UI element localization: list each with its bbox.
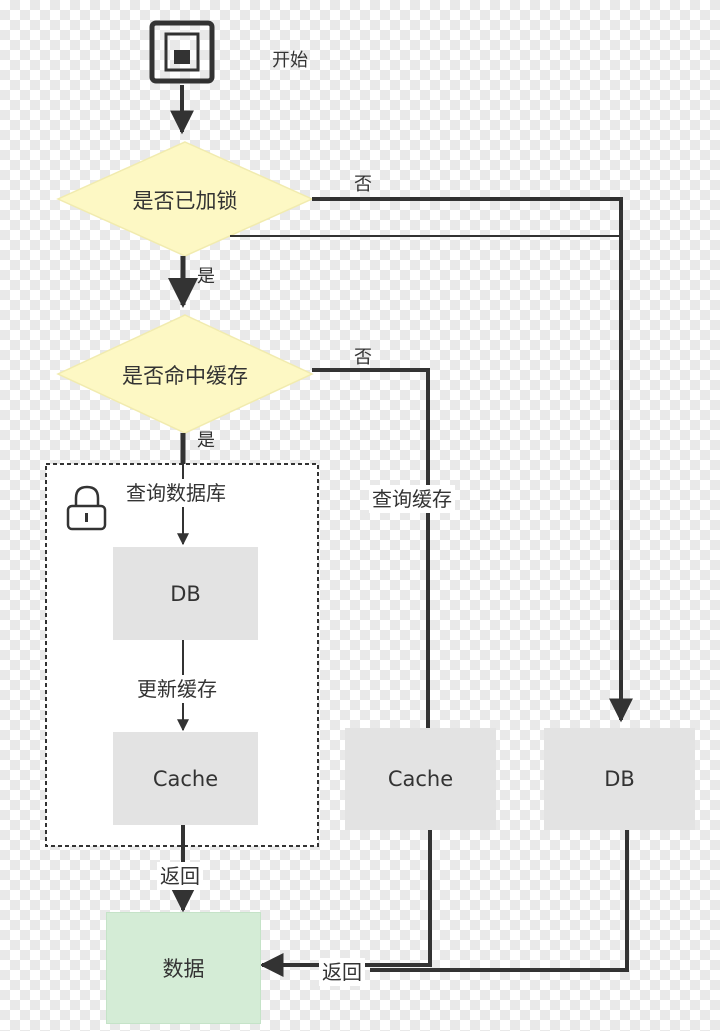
cache-hit-yes-label: 是 [197, 430, 215, 451]
right-db-label: DB [604, 767, 635, 791]
edge-locked-no [312, 197, 633, 723]
lock-group-db-label: DB [170, 581, 201, 606]
lock-group-cache-label: Cache [152, 766, 219, 791]
decision-locked-label: 是否已加锁 [132, 189, 238, 213]
edge-right-db-return [370, 830, 629, 972]
data-node: 数据 [106, 912, 261, 1024]
decision-cache-hit-label: 是否命中缓存 [122, 364, 248, 388]
flowchart-canvas [45, 20, 633, 977]
cache-hit-no-label: 否 [354, 347, 372, 368]
query-cache-label: 查询缓存 [369, 485, 455, 513]
query-db-label: 查询数据库 [123, 479, 229, 507]
edge-cache-hit-no [312, 368, 430, 728]
middle-cache-node: Cache [345, 728, 496, 830]
start-node-icon [149, 20, 215, 84]
group-return-label: 返回 [157, 862, 203, 890]
data-label: 数据 [162, 957, 205, 981]
update-cache-label: 更新缓存 [134, 675, 220, 703]
lock-group-cache-node: Cache [113, 732, 258, 825]
locked-yes-label: 是 [197, 266, 215, 287]
start-label: 开始 [272, 50, 308, 71]
result-return-label: 返回 [319, 958, 365, 986]
middle-cache-label: Cache [387, 767, 454, 791]
right-db-node: DB [544, 728, 695, 830]
locked-no-label: 否 [354, 174, 372, 195]
edge-middle-cache-return [259, 830, 432, 977]
lock-group-db-node: DB [113, 547, 258, 640]
